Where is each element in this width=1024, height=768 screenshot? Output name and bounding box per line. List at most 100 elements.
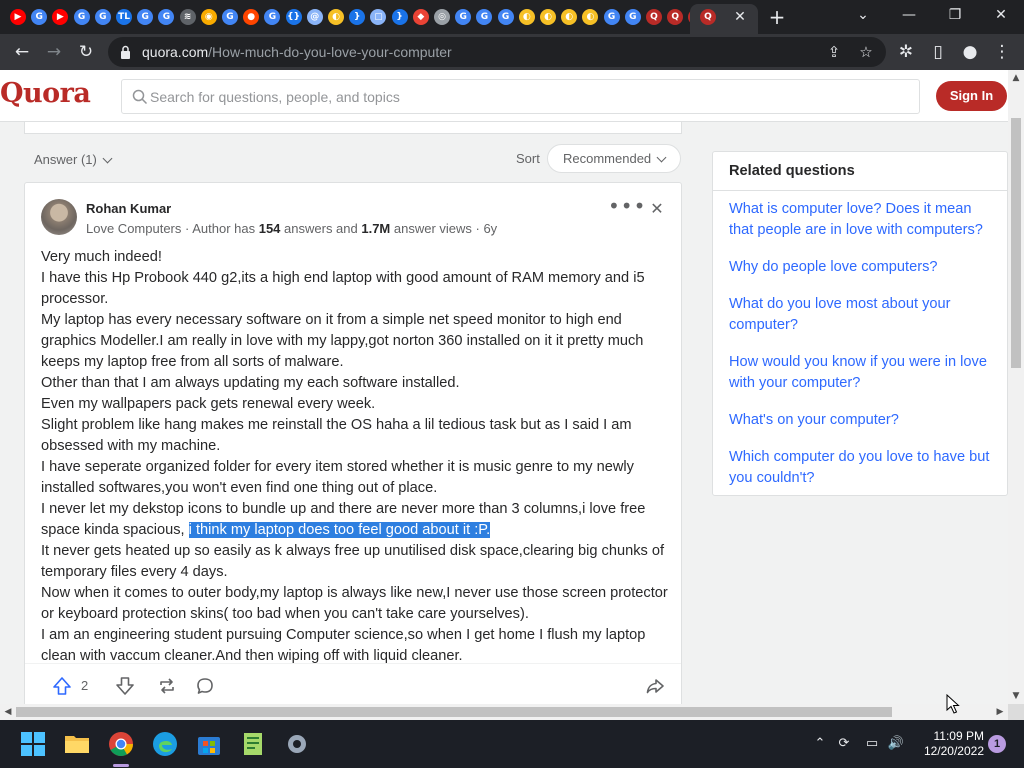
file-explorer-icon[interactable]: [64, 731, 90, 757]
doc-icon[interactable]: ◐: [540, 9, 556, 25]
search-placeholder: Search for questions, people, and topics: [150, 89, 400, 105]
scroll-right-icon[interactable]: ▶: [992, 704, 1008, 720]
code-icon[interactable]: }: [391, 9, 408, 25]
google-icon[interactable]: G: [603, 9, 620, 25]
tab-active[interactable]: Q ✕: [690, 4, 758, 34]
clock-time: 11:09 PM: [933, 729, 984, 743]
doc-icon[interactable]: ◐: [582, 9, 599, 25]
question-card-bottom: [24, 122, 682, 134]
search-icon: [132, 89, 148, 105]
google-icon[interactable]: G: [624, 9, 641, 25]
lock-icon: [121, 45, 130, 59]
notepad-plus-icon[interactable]: [240, 731, 266, 757]
minimize-icon[interactable]: —: [886, 0, 932, 30]
related-question-link[interactable]: How would you know if you were in love w…: [729, 352, 997, 394]
google-icon[interactable]: G: [137, 9, 154, 25]
tab-search-icon[interactable]: ⌄: [840, 0, 886, 30]
scroll-left-icon[interactable]: ◀: [0, 704, 16, 720]
back-icon[interactable]: ←: [8, 38, 36, 66]
answer-line: I am an engineering student pursuing Com…: [41, 627, 646, 663]
related-title: Related questions: [729, 163, 855, 179]
google-icon[interactable]: G: [476, 9, 493, 25]
doc-icon[interactable]: ◐: [561, 9, 578, 25]
google-icon[interactable]: G: [455, 9, 472, 25]
related-question-link[interactable]: Why do people love computers?: [729, 257, 997, 278]
speedtest-icon[interactable]: ◉: [200, 9, 217, 25]
divider: [713, 190, 1008, 191]
vertical-scrollbar[interactable]: ▲ ▼: [1008, 70, 1024, 704]
quora-icon[interactable]: Q: [667, 9, 684, 25]
downvote-icon[interactable]: [115, 676, 135, 696]
tl-icon[interactable]: TL: [116, 9, 132, 25]
quora-icon: Q: [700, 9, 716, 25]
answer-filter-dropdown[interactable]: Answer (1): [34, 152, 113, 167]
reload-icon[interactable]: ↻: [72, 38, 100, 66]
google-icon[interactable]: G: [94, 9, 111, 25]
sync-icon[interactable]: ⟳: [834, 734, 854, 754]
reddit-icon[interactable]: ●: [243, 9, 260, 25]
side-panel-icon[interactable]: ▯: [924, 38, 952, 66]
horizontal-scroll-thumb[interactable]: [16, 707, 892, 717]
new-tab-button[interactable]: +: [766, 6, 788, 28]
share-repost-icon[interactable]: [157, 676, 177, 696]
author-name[interactable]: Rohan Kumar: [86, 201, 171, 216]
store-icon[interactable]: [196, 731, 222, 757]
menu-icon[interactable]: ⋮: [988, 38, 1016, 66]
tray-overflow-icon[interactable]: ⌃: [810, 734, 830, 754]
chrome-icon[interactable]: ◎: [434, 9, 450, 25]
notification-badge[interactable]: 1: [988, 735, 1006, 753]
network-icon[interactable]: ▭: [862, 734, 882, 754]
youtube-icon[interactable]: ▶: [10, 9, 26, 25]
restore-icon[interactable]: ❐: [932, 0, 978, 30]
scroll-down-icon[interactable]: ▼: [1008, 688, 1024, 704]
avatar[interactable]: [41, 199, 77, 235]
at-icon[interactable]: @: [306, 9, 323, 25]
window-close-icon[interactable]: ✕: [978, 0, 1024, 30]
google-icon[interactable]: G: [158, 9, 175, 25]
google-icon[interactable]: G: [73, 9, 90, 25]
google-icon[interactable]: G: [497, 9, 514, 25]
related-question-link[interactable]: What's on your computer?: [729, 410, 997, 431]
quora-icon[interactable]: Q: [646, 9, 662, 25]
address-bar[interactable]: quora.com/How-much-do-you-love-your-comp…: [108, 37, 886, 67]
sign-in-button[interactable]: Sign In: [936, 81, 1007, 111]
system-clock[interactable]: 11:09 PM 12/20/2022: [912, 729, 984, 759]
quora-logo[interactable]: Quora: [0, 78, 91, 109]
settings-icon[interactable]: [284, 731, 310, 757]
doc-icon[interactable]: ◐: [328, 9, 344, 25]
chrome-icon[interactable]: [108, 731, 134, 757]
more-options-icon[interactable]: •••: [608, 196, 645, 219]
code-icon[interactable]: {}: [285, 9, 302, 25]
related-question-link[interactable]: What do you love most about your compute…: [729, 294, 997, 336]
horizontal-scrollbar[interactable]: ◀ ▶: [0, 704, 1008, 720]
extensions-icon[interactable]: ✲: [892, 38, 920, 66]
tab-strip: ▶G▶GGTLGG≋◉G●G{}@◐}▢}◆◎GGG◐◐◐◐GGQQQ Q ✕ …: [0, 0, 1024, 34]
google-icon[interactable]: G: [222, 9, 238, 25]
wifi-icon[interactable]: ≋: [179, 9, 196, 25]
upvote-icon[interactable]: [52, 676, 72, 696]
comment-icon[interactable]: [195, 676, 215, 696]
bookmark-star-icon[interactable]: ☆: [853, 39, 879, 65]
profile-icon[interactable]: ●: [956, 38, 984, 66]
close-icon[interactable]: ✕: [645, 197, 669, 221]
vertical-scroll-thumb[interactable]: [1011, 118, 1021, 368]
related-question-link[interactable]: Which computer do you love to have but y…: [729, 447, 997, 489]
search-box[interactable]: Search for questions, people, and topics: [121, 79, 920, 114]
scroll-up-icon[interactable]: ▲: [1008, 70, 1024, 86]
doc-icon[interactable]: ◐: [518, 9, 535, 25]
sort-dropdown[interactable]: Recommended: [547, 144, 681, 173]
windows-start-icon[interactable]: [20, 731, 46, 757]
google-icon[interactable]: G: [264, 9, 281, 25]
chat-icon[interactable]: ▢: [370, 9, 387, 25]
volume-icon[interactable]: 🔊: [886, 734, 906, 754]
youtube-icon[interactable]: ▶: [52, 9, 69, 25]
google-icon[interactable]: G: [31, 9, 48, 25]
tab-close-icon[interactable]: ✕: [730, 7, 750, 27]
photo-icon[interactable]: ◆: [412, 9, 429, 25]
edge-icon[interactable]: [152, 731, 178, 757]
forward-icon[interactable]: →: [40, 38, 68, 66]
share-icon[interactable]: [645, 676, 665, 696]
related-question-link[interactable]: What is computer love? Does it mean that…: [729, 199, 997, 241]
share-icon[interactable]: ⇪: [821, 39, 847, 65]
code-icon[interactable]: }: [349, 9, 366, 25]
